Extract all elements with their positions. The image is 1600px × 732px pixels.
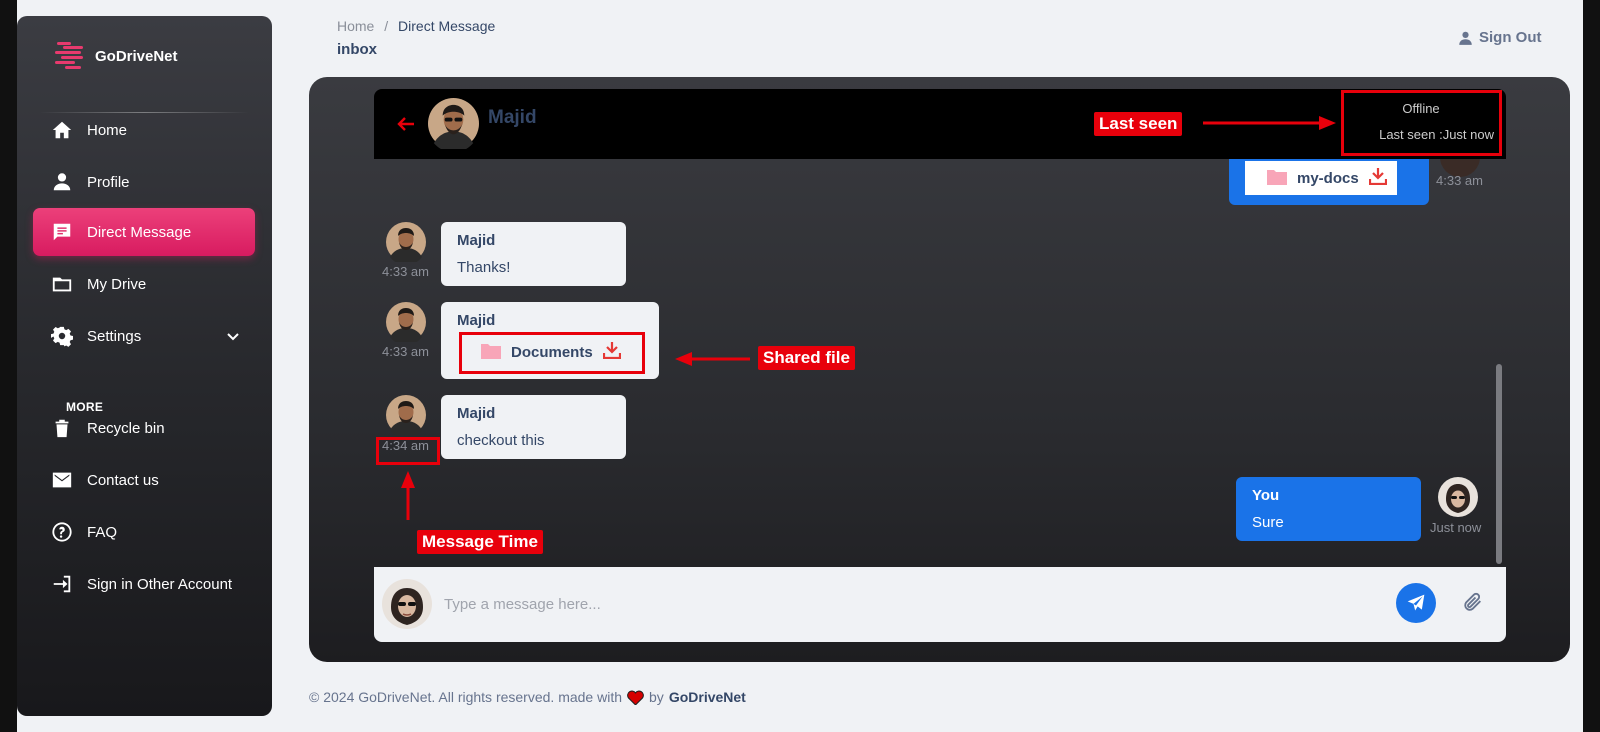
sign-out-button[interactable]: Sign Out <box>1458 29 1542 46</box>
sign-out-label: Sign Out <box>1479 29 1542 46</box>
contact-avatar <box>386 302 426 345</box>
shared-file-name: my-docs <box>1297 169 1359 187</box>
message-input[interactable] <box>444 587 1344 621</box>
message-composer <box>374 567 1506 642</box>
attach-button[interactable] <box>1462 591 1486 615</box>
my-avatar <box>382 579 432 629</box>
sidebar-item-contact-us[interactable]: Contact us <box>33 456 255 504</box>
contact-name: Majid <box>488 107 537 128</box>
sidebar-item-label: Contact us <box>87 471 159 489</box>
brand-name: GoDriveNet <box>95 47 178 65</box>
sidebar-item-label: Sign in Other Account <box>87 575 233 593</box>
back-arrow-icon[interactable] <box>396 115 416 133</box>
footer-by: by <box>649 689 664 705</box>
download-icon[interactable] <box>1368 167 1387 189</box>
folder-icon <box>1267 168 1287 189</box>
message-bubble-outgoing: You Sure <box>1236 477 1421 541</box>
sidebar-item-label: Home <box>87 121 128 139</box>
message-bubble-incoming: Majid checkout this <box>441 395 626 459</box>
annotation-label-shared-file: Shared file <box>758 346 855 370</box>
footer-brand-link[interactable]: GoDriveNet <box>669 689 746 705</box>
page-title: inbox <box>337 41 377 58</box>
footer-text: © 2024 GoDriveNet. All rights reserved. … <box>309 689 623 705</box>
user-icon <box>1459 31 1472 45</box>
contact-avatar <box>386 222 426 265</box>
mail-icon <box>51 469 73 491</box>
scrollbar-thumb[interactable] <box>1496 364 1502 564</box>
annotation-box-message-time <box>376 437 440 465</box>
message-time: 4:33 am <box>1436 173 1483 188</box>
breadcrumb-home[interactable]: Home <box>337 18 374 34</box>
breadcrumb: Home / Direct Message <box>337 18 495 34</box>
annotation-box-last-seen <box>1341 90 1502 156</box>
trash-icon <box>51 417 73 439</box>
sidebar-item-faq[interactable]: FAQ <box>33 508 255 556</box>
sidebar-item-direct-message[interactable]: Direct Message <box>33 208 255 256</box>
message-bubble-outgoing: my-docs <box>1229 159 1429 205</box>
sidebar-item-label: My Drive <box>87 275 147 293</box>
my-avatar <box>1438 477 1478 517</box>
home-icon <box>51 119 73 141</box>
message-sender: Majid <box>457 405 496 422</box>
sign-in-icon <box>51 573 73 595</box>
message-sender: Majid <box>457 232 496 249</box>
sidebar-item-my-drive[interactable]: My Drive <box>33 260 255 308</box>
annotation-label-last-seen: Last seen <box>1094 112 1183 136</box>
contact-avatar <box>386 395 426 438</box>
message-time: 4:33 am <box>382 264 429 279</box>
question-icon <box>51 521 73 543</box>
annotation-arrow-icon <box>1203 116 1336 130</box>
send-button[interactable] <box>1396 583 1436 623</box>
sidebar-item-label: Direct Message <box>87 223 192 241</box>
user-icon <box>51 171 73 193</box>
message-text: checkout this <box>457 432 545 449</box>
message-bubble-incoming: Majid Thanks! <box>441 222 626 286</box>
brand[interactable]: GoDriveNet <box>53 40 178 72</box>
chat-icon <box>51 221 73 243</box>
breadcrumb-separator: / <box>384 18 389 34</box>
annotation-arrow-icon <box>675 352 750 366</box>
message-text: Sure <box>1252 514 1284 531</box>
message-scrollbar[interactable] <box>1495 159 1503 567</box>
chevron-down-icon[interactable] <box>225 328 241 344</box>
folder-icon <box>51 273 73 295</box>
message-sender: You <box>1252 487 1280 504</box>
message-time: 4:33 am <box>382 344 429 359</box>
footer: © 2024 GoDriveNet. All rights reserved. … <box>309 689 746 705</box>
annotation-label-message-time: Message Time <box>417 530 543 554</box>
sidebar-item-label: FAQ <box>87 523 118 541</box>
sidebar-item-settings[interactable]: Settings <box>33 312 255 360</box>
sidebar-item-label: Profile <box>87 173 130 191</box>
shared-file-chip[interactable]: my-docs <box>1245 161 1397 195</box>
message-text: Thanks! <box>457 259 511 276</box>
message-sender: Majid <box>457 312 496 329</box>
sidebar: GoDriveNet Home Profile Direct Message M… <box>17 16 272 716</box>
sidebar-item-label: Settings <box>87 327 142 345</box>
heart-icon <box>627 690 644 705</box>
paper-plane-icon <box>1407 594 1425 611</box>
contact-avatar[interactable] <box>428 98 479 153</box>
breadcrumb-current: Direct Message <box>398 18 496 34</box>
gear-icon <box>51 325 73 347</box>
sidebar-item-profile[interactable]: Profile <box>33 158 255 206</box>
sidebar-item-home[interactable]: Home <box>33 106 255 154</box>
annotation-box-shared-file <box>459 332 645 374</box>
sidebar-item-recycle-bin[interactable]: Recycle bin <box>33 404 255 452</box>
annotation-arrow-icon <box>401 471 415 520</box>
sidebar-item-sign-in-other[interactable]: Sign in Other Account <box>33 560 255 608</box>
message-time: Just now <box>1430 520 1482 535</box>
brand-logo-icon <box>53 40 85 72</box>
paperclip-icon <box>1464 592 1481 611</box>
sidebar-item-label: Recycle bin <box>87 419 165 437</box>
